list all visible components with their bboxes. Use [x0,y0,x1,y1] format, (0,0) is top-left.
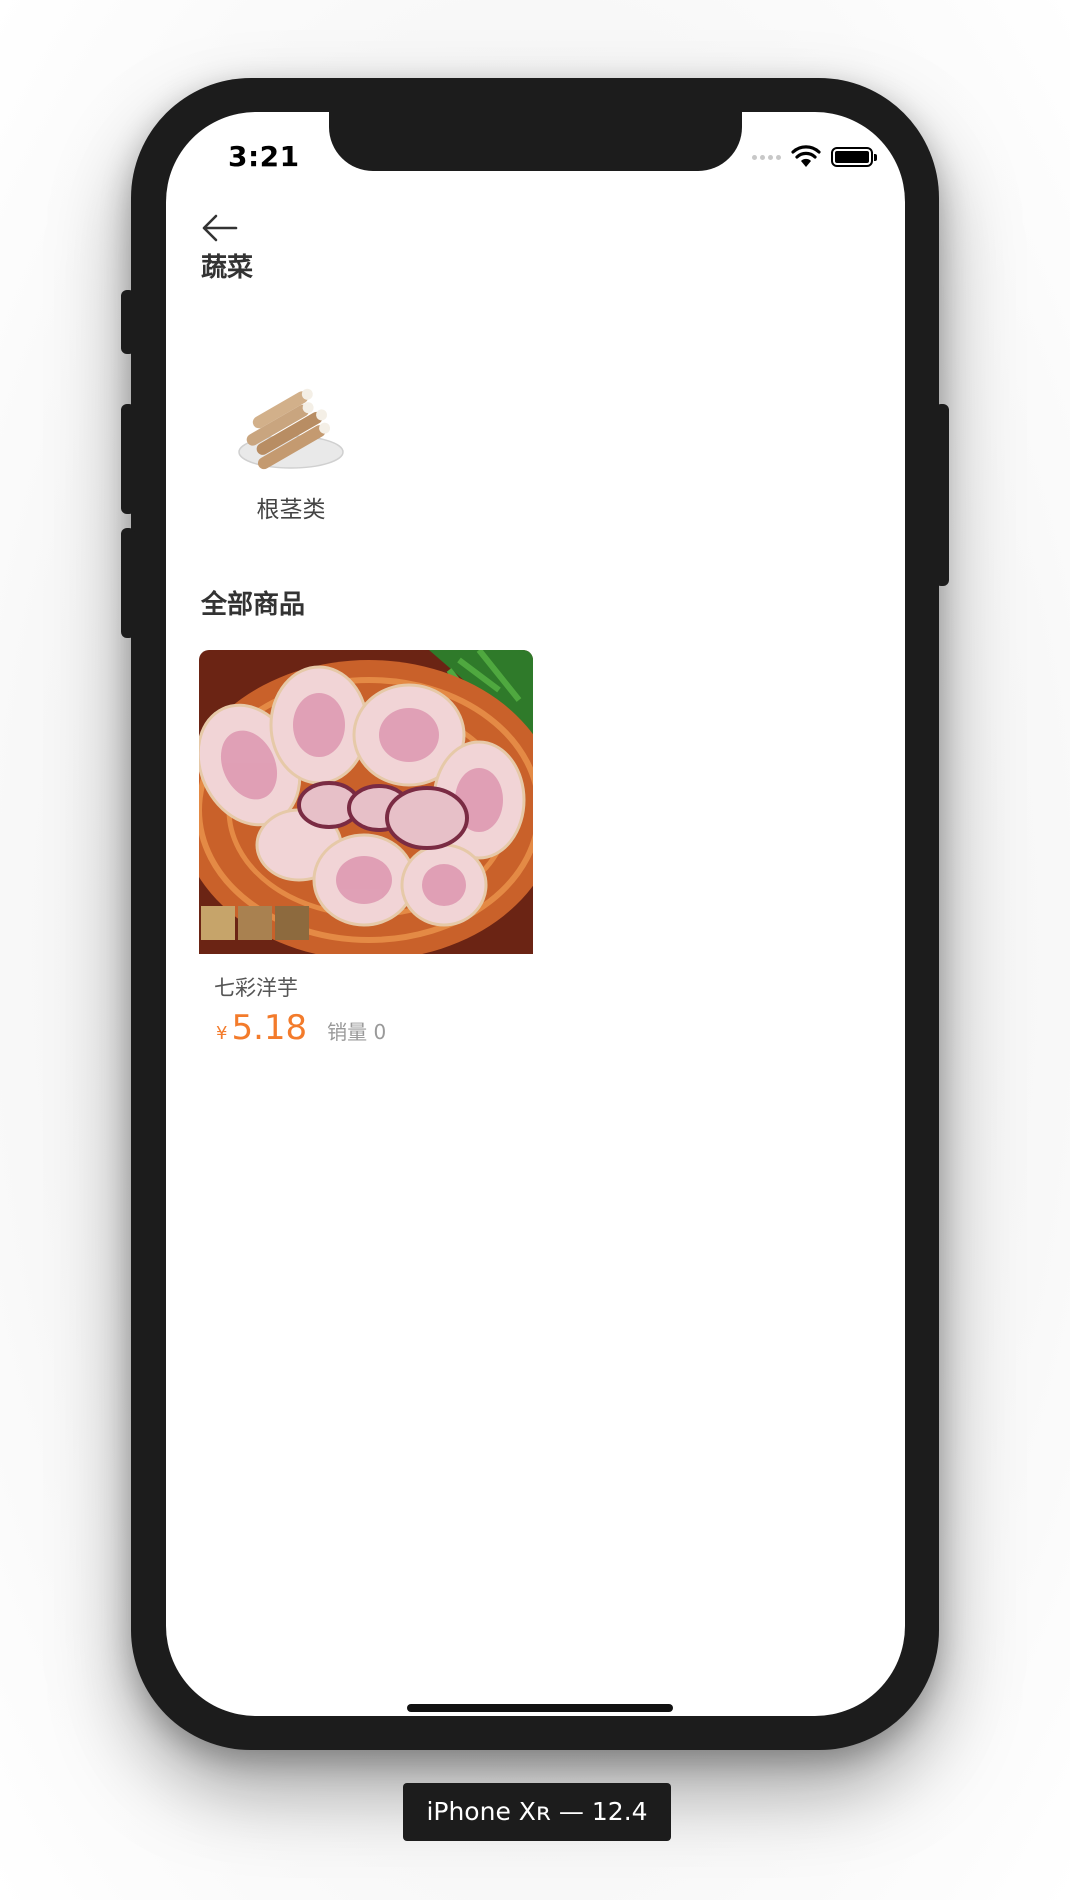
app-screen: 3:21 蔬菜 根茎类 全部商品 七彩洋芋 ¥ 5.18 销量 0 [166,112,905,1716]
device-label: iPhone Xʀ — 12.4 [403,1783,671,1841]
price-row: ¥ 5.18 销量 0 [216,1008,533,1048]
home-indicator[interactable] [407,1704,673,1712]
status-time: 3:21 [228,140,300,173]
product-card[interactable]: 七彩洋芋 ¥ 5.18 销量 0 [199,650,533,1048]
cellular-signal-icon [752,154,781,160]
product-price: 5.18 [231,1008,308,1048]
products-section-title: 全部商品 [201,590,306,620]
volume-up-button [121,404,135,514]
category-section-title: 蔬菜 [201,253,254,283]
status-indicators [752,144,877,170]
yam-image [238,388,344,470]
product-name: 七彩洋芋 [214,976,298,1000]
wifi-icon [791,145,821,167]
battery-icon [831,147,877,167]
product-sales: 销量 0 [327,1020,387,1044]
power-button [935,404,949,586]
currency-symbol: ¥ [216,1023,228,1044]
category-item-root-vegetables[interactable]: 根茎类 [236,386,346,524]
volume-down-button [121,528,135,638]
notch [329,112,742,171]
category-item-label: 根茎类 [256,497,326,523]
silent-switch [121,290,135,354]
product-image [199,650,533,954]
arrow-left-icon[interactable] [200,208,240,248]
